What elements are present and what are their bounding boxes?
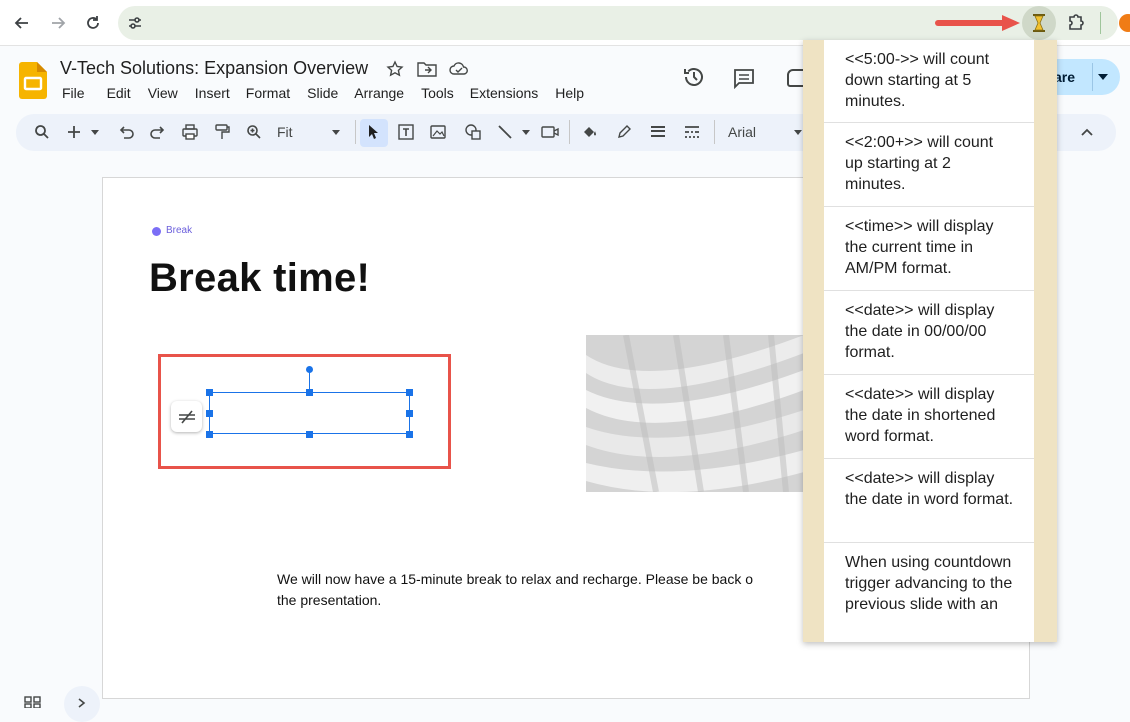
back-icon[interactable] [9, 10, 35, 36]
resize-handle[interactable] [406, 431, 413, 438]
menu-tools[interactable]: Tools [421, 85, 454, 101]
menu-format[interactable]: Format [246, 85, 290, 101]
list-item[interactable]: <<date>> will display the date in word f… [824, 459, 1034, 543]
document-title[interactable]: V-Tech Solutions: Expansion Overview [60, 58, 368, 79]
border-dash-icon[interactable] [681, 121, 703, 143]
version-history-icon[interactable] [682, 65, 706, 89]
chevron-right-icon [78, 698, 86, 708]
image-icon[interactable] [427, 121, 449, 143]
text-box-icon[interactable] [395, 121, 417, 143]
font-chevron-icon[interactable] [794, 130, 802, 135]
hourglass-extension-icon[interactable] [1022, 6, 1056, 40]
select-cursor-icon[interactable] [363, 121, 385, 143]
selected-text-box[interactable] [209, 392, 410, 434]
resize-handle[interactable] [206, 410, 213, 417]
undo-icon[interactable] [115, 121, 137, 143]
fill-color-icon[interactable] [579, 121, 601, 143]
video-icon[interactable] [539, 121, 561, 143]
slide-image[interactable] [586, 335, 804, 492]
menu-arrange[interactable]: Arrange [354, 85, 404, 101]
puzzle-extensions-icon[interactable] [1066, 12, 1086, 32]
list-item[interactable]: <<5:00->> will count down starting at 5 … [824, 40, 1034, 123]
expand-panel-button[interactable] [64, 686, 100, 722]
slide-tag: Break [166, 225, 193, 236]
resize-handle[interactable] [306, 431, 313, 438]
print-icon[interactable] [179, 121, 201, 143]
list-item[interactable]: <<2:00+>> will count up starting at 2 mi… [824, 123, 1034, 207]
toolbar-divider [569, 120, 570, 144]
zoom-chevron-icon[interactable] [332, 130, 340, 135]
pointer-arrow [934, 13, 1024, 33]
zoom-icon[interactable] [243, 121, 265, 143]
cloud-saved-icon [449, 62, 469, 76]
border-weight-icon[interactable] [647, 121, 669, 143]
not-equal-icon [178, 409, 195, 424]
menu-file[interactable]: File [62, 85, 85, 101]
line-chevron-icon[interactable] [522, 130, 530, 135]
toolbar-divider [1100, 12, 1101, 34]
format-options-button[interactable] [171, 401, 202, 432]
new-slide-layout-chevron-icon[interactable] [87, 121, 103, 143]
reload-icon[interactable] [80, 10, 106, 36]
site-settings-icon[interactable] [126, 14, 144, 32]
chevron-down-icon[interactable] [1098, 74, 1108, 80]
menu-help[interactable]: Help [555, 85, 584, 101]
resize-handle[interactable] [206, 431, 213, 438]
list-item[interactable]: <<date>> will display the date in 00/00/… [824, 291, 1034, 375]
share-divider [1092, 63, 1093, 91]
font-select[interactable]: Arial [728, 124, 756, 140]
toolbar-divider [355, 120, 356, 144]
profile-avatar[interactable] [1119, 14, 1130, 32]
tag-dot [152, 227, 161, 236]
move-folder-icon[interactable] [417, 61, 437, 77]
collapse-toolbar-icon[interactable] [1081, 128, 1093, 136]
list-item[interactable]: <<date>> will display the date in shorte… [824, 375, 1034, 459]
paint-format-icon[interactable] [211, 121, 233, 143]
comments-icon[interactable] [733, 67, 755, 89]
shape-icon[interactable] [462, 121, 484, 143]
new-slide-icon[interactable] [63, 121, 85, 143]
resize-handle[interactable] [306, 389, 313, 396]
slide-body-text-line2[interactable]: the presentation. [277, 592, 381, 608]
line-icon[interactable] [494, 121, 516, 143]
menu-slide[interactable]: Slide [307, 85, 338, 101]
search-menus-icon[interactable] [31, 121, 53, 143]
extension-popup: <<5:00->> will count down starting at 5 … [803, 40, 1057, 642]
rotate-handle[interactable] [306, 366, 313, 373]
forward-icon[interactable] [45, 10, 71, 36]
slide-body-text[interactable]: We will now have a 15-minute break to re… [277, 571, 753, 587]
menu-bar: File Edit View Insert Format Slide Arran… [62, 85, 584, 101]
slides-logo[interactable] [19, 62, 47, 99]
grid-view-icon[interactable] [24, 694, 42, 708]
slide-heading[interactable]: Break time! [149, 256, 370, 301]
zoom-select[interactable]: Fit [277, 124, 293, 140]
menu-insert[interactable]: Insert [195, 85, 230, 101]
menu-extensions[interactable]: Extensions [470, 85, 538, 101]
list-item[interactable]: When using countdown trigger advancing t… [824, 543, 1034, 642]
share-label: are [1054, 69, 1076, 85]
menu-view[interactable]: View [148, 85, 178, 101]
resize-handle[interactable] [406, 389, 413, 396]
border-color-icon[interactable] [613, 121, 635, 143]
menu-edit[interactable]: Edit [107, 85, 131, 101]
toolbar-divider [714, 120, 715, 144]
redo-icon[interactable] [147, 121, 169, 143]
resize-handle[interactable] [406, 410, 413, 417]
star-icon[interactable] [386, 60, 404, 78]
popup-list: <<5:00->> will count down starting at 5 … [824, 40, 1034, 642]
resize-handle[interactable] [206, 389, 213, 396]
list-item[interactable]: <<time>> will display the current time i… [824, 207, 1034, 291]
